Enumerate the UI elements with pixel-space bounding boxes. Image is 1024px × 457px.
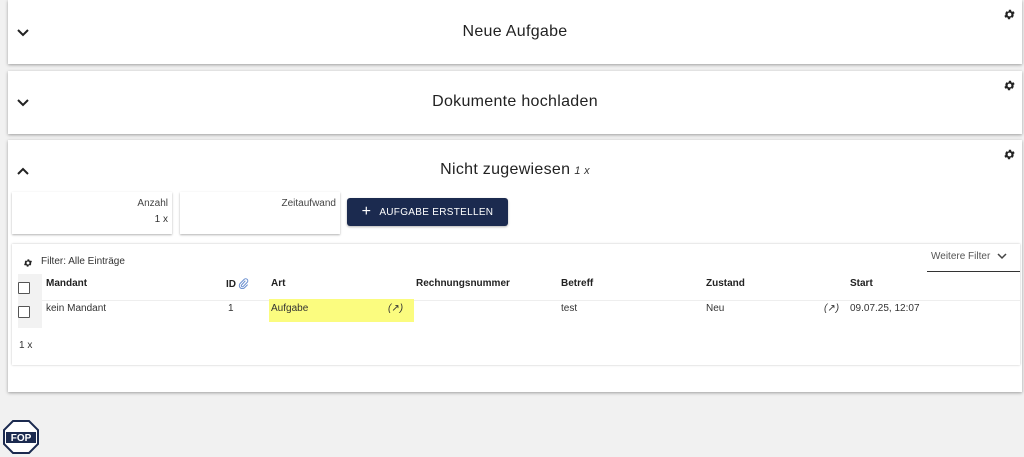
gear-icon[interactable] <box>1003 79 1016 92</box>
stat-zeitaufwand: Zeitaufwand <box>180 192 340 234</box>
cell-mandant: kein Mandant <box>46 303 107 314</box>
open-link-icon[interactable]: (↗) <box>388 303 403 314</box>
gear-icon[interactable] <box>1003 148 1016 161</box>
paperclip-icon <box>238 278 249 290</box>
more-filters-label: Weitere Filter <box>931 251 991 262</box>
panel-title: Nicht zugewiesen 1 x <box>8 161 1022 179</box>
col-header-id-text: ID <box>226 279 236 290</box>
panel-neue-aufgabe: Neue Aufgabe <box>8 0 1022 64</box>
more-filters-dropdown[interactable]: Weitere Filter <box>927 245 1020 272</box>
col-header-rechnungsnummer[interactable]: Rechnungsnummer <box>416 278 510 289</box>
stat-value: 1 x <box>154 214 168 225</box>
col-header-mandant[interactable]: Mandant <box>46 278 87 289</box>
col-header-start[interactable]: Start <box>850 278 873 289</box>
panel-nicht-zugewiesen: Nicht zugewiesen 1 x Anzahl 1 x Zeitaufwa… <box>8 140 1022 392</box>
logo-text: FOP <box>11 433 32 444</box>
chevron-down-icon <box>997 253 1007 260</box>
cell-zustand: Neu <box>706 303 725 314</box>
cell-art: Aufgabe <box>271 303 309 314</box>
row-checkbox[interactable] <box>18 306 30 318</box>
fop-logo: FOP <box>3 420 39 454</box>
create-task-label: AUFGABE ERSTELLEN <box>379 206 494 218</box>
cell-id: 1 <box>228 303 234 314</box>
stat-anzahl: Anzahl 1 x <box>12 192 172 234</box>
col-header-art[interactable]: Art <box>271 278 285 289</box>
panel-dokumente-hochladen: Dokumente hochladen <box>8 71 1022 134</box>
panel-header[interactable]: Neue Aufgabe <box>8 0 1022 64</box>
col-header-zustand[interactable]: Zustand <box>706 278 745 289</box>
filter-gear-icon[interactable] <box>23 258 33 268</box>
select-all-checkbox[interactable] <box>18 282 30 294</box>
create-task-button[interactable]: + AUFGABE ERSTELLEN <box>347 198 508 226</box>
open-link-icon[interactable]: (↗) <box>824 303 839 314</box>
col-header-id[interactable]: ID <box>226 278 249 290</box>
panel-title-text: Nicht zugewiesen <box>440 161 571 178</box>
header-divider <box>42 300 1020 301</box>
cell-start: 09.07.25, 12:07 <box>850 303 920 314</box>
panel-header[interactable]: Dokumente hochladen <box>8 71 1022 134</box>
row-count: 1 x <box>19 340 33 351</box>
task-table: Filter: Alle Einträge Weitere Filter Man… <box>12 244 1020 365</box>
stat-label: Anzahl <box>137 198 168 209</box>
stat-label: Zeitaufwand <box>281 198 336 209</box>
cell-betreff: test <box>561 303 578 314</box>
col-header-betreff[interactable]: Betreff <box>561 278 593 289</box>
filter-label: Filter: Alle Einträge <box>41 256 125 267</box>
gear-icon[interactable] <box>1003 8 1016 21</box>
panel-title: Dokumente hochladen <box>432 93 598 110</box>
panel-count: 1 x <box>574 165 590 177</box>
panel-title: Neue Aufgabe <box>462 23 568 40</box>
plus-icon: + <box>361 203 372 220</box>
